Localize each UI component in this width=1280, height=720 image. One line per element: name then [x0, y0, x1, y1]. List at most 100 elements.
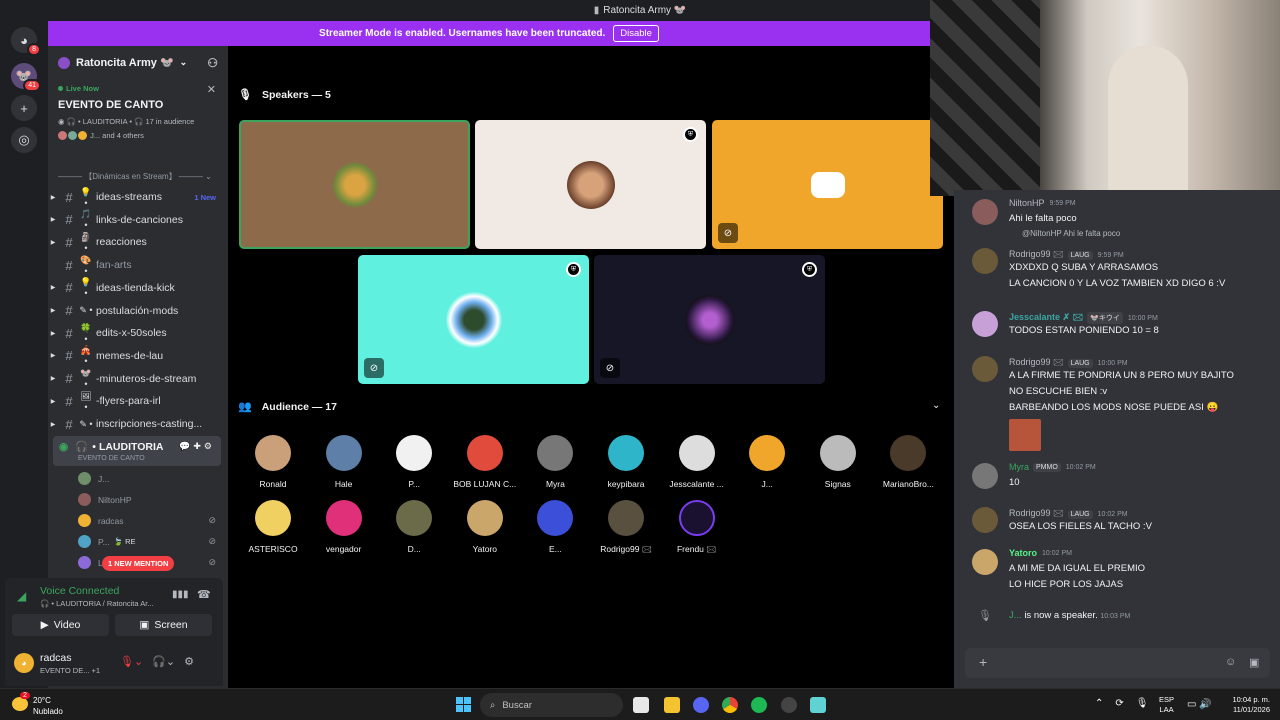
- system-tray[interactable]: ⌃ ⟳ 🎙: [1095, 698, 1148, 709]
- channel-item[interactable]: ▶ # 🖼 • -flyers-para-irl: [48, 390, 228, 412]
- video-button[interactable]: ▶ Video: [12, 614, 109, 636]
- weather-widget[interactable]: 20°C Nublado: [33, 695, 63, 717]
- guild-header[interactable]: Ratoncita Army 🐭 ⌄ ⚇: [48, 46, 228, 79]
- channel-item[interactable]: ▶ # ✎ • inscripciones-casting...: [48, 413, 228, 435]
- audience-member[interactable]: Myra: [520, 435, 590, 489]
- notepad-icon[interactable]: [810, 697, 826, 713]
- invite-icon[interactable]: ⚇: [207, 56, 218, 70]
- new-mention-pill[interactable]: 1 NEW MENTION: [102, 556, 175, 571]
- audience-member[interactable]: vengador: [309, 500, 379, 554]
- language-indicator[interactable]: ESP LAA: [1159, 695, 1174, 715]
- category-header[interactable]: ——— 【Dinámicas en Stream】 ——— ⌄: [58, 171, 223, 182]
- avatar[interactable]: [972, 549, 998, 575]
- speaker-tile[interactable]: ⛨: [475, 120, 706, 249]
- channel-item[interactable]: ▶ # 🎵 • links-de-canciones: [48, 209, 228, 231]
- channel-item[interactable]: ▶ # 🐭 • -minuteros-de-stream: [48, 368, 228, 390]
- screen-button[interactable]: ▣ Screen: [115, 614, 212, 636]
- audience-member[interactable]: D...: [379, 500, 449, 554]
- channel-item[interactable]: ▶ # 🎪 • memes-de-lau: [48, 345, 228, 367]
- file-explorer-icon[interactable]: [664, 697, 680, 713]
- gear-icon[interactable]: ⚙: [184, 655, 194, 668]
- channel-item[interactable]: ▶ # 🗿 • reacciones: [48, 231, 228, 253]
- voice-status[interactable]: Voice Connected: [40, 585, 119, 597]
- channel-item[interactable]: ▶ # ✎ • postulación-mods: [48, 300, 228, 322]
- avatar[interactable]: [972, 199, 998, 225]
- speaker-tile[interactable]: ⛨ ⊘: [594, 255, 825, 384]
- avatar[interactable]: [972, 311, 998, 337]
- chat-message[interactable]: Rodrigo99 🖂 LAUG 10:02 PM OSEA LOS FIELES A…: [954, 506, 1280, 546]
- voice-channel-actions-icon[interactable]: 💬✚⚙: [179, 441, 215, 452]
- chrome-icon[interactable]: [722, 697, 738, 713]
- live-stage-card[interactable]: Live Now ✕ EVENTO DE CANTO ◉ 🎧 • LAUDITO…: [48, 79, 228, 147]
- chat-message[interactable]: 🎙 J... is now a speaker. 10:03 PM: [954, 610, 1280, 650]
- close-icon[interactable]: ✕: [207, 83, 216, 96]
- spotify-icon[interactable]: [751, 697, 767, 713]
- obs-icon[interactable]: [781, 697, 797, 713]
- noise-suppression-icon[interactable]: ▮▮▮: [172, 589, 189, 600]
- disconnect-icon[interactable]: ☎: [197, 588, 211, 601]
- speaker-tile[interactable]: ⊘: [712, 120, 943, 249]
- voice-user[interactable]: P... 🍃 RE ⊘: [78, 531, 228, 552]
- voice-user[interactable]: radcas ⊘: [78, 510, 228, 531]
- avatar[interactable]: [972, 463, 998, 489]
- windows-start-icon[interactable]: [456, 697, 471, 712]
- message-text: NO ESCUCHE BIEN :v: [1009, 386, 1108, 397]
- audience-member[interactable]: Ronald: [238, 435, 308, 489]
- add-server-icon[interactable]: +: [11, 95, 37, 121]
- discover-icon[interactable]: ◎: [11, 127, 37, 153]
- image-icon[interactable]: ▣: [1249, 656, 1259, 669]
- chat-message[interactable]: Yatoro 10:02 PM A MI ME DA IGUAL EL PREMIO…: [954, 548, 1280, 590]
- voice-user[interactable]: J...: [78, 468, 228, 489]
- chat-message[interactable]: Rodrigo99 🖂 LAUG 10:00 PM A LA FIRME TE PON…: [954, 355, 1280, 451]
- audience-member[interactable]: ASTERISCO: [238, 500, 308, 554]
- discord-taskbar-icon[interactable]: [693, 697, 709, 713]
- mic-muted-icon[interactable]: 🎙⌄: [120, 655, 143, 668]
- audience-member[interactable]: J...: [732, 435, 802, 489]
- audience-member[interactable]: keypibara: [591, 435, 661, 489]
- voice-channel-lauditoria[interactable]: ◉ 🎧 • LAUDITORIA EVENTO DE CANTO 💬✚⚙: [53, 436, 221, 466]
- user-avatar[interactable]: ◕: [14, 653, 34, 673]
- channel-item[interactable]: # 🎨 • fan-arts: [48, 254, 228, 276]
- audience-member[interactable]: MarianoBro...: [873, 435, 943, 489]
- network-volume-icon[interactable]: ▭ 🔊: [1187, 699, 1212, 710]
- avatar[interactable]: [972, 507, 998, 533]
- audience-member[interactable]: P...: [379, 435, 449, 489]
- speaker-tile[interactable]: [239, 120, 470, 249]
- clock[interactable]: 10:04 p. m. 11/01/2026: [1224, 695, 1270, 715]
- task-view-icon[interactable]: [633, 697, 649, 713]
- hash-icon: #: [65, 348, 73, 364]
- audience-member[interactable]: Hale: [309, 435, 379, 489]
- audience-member[interactable]: Jesscalante ...: [662, 435, 732, 489]
- audience-member[interactable]: Frendu 🖂: [662, 500, 732, 558]
- audience-member[interactable]: E...: [520, 500, 590, 554]
- add-attachment-icon[interactable]: +: [979, 654, 987, 670]
- disable-streamer-mode-button[interactable]: Disable: [613, 25, 659, 42]
- chat-message[interactable]: @NiltonHP Ahi le falta poco Rodrigo99 🖂 LA…: [954, 229, 1280, 289]
- avatar[interactable]: [972, 248, 998, 274]
- emoji-icon[interactable]: ☺: [1225, 656, 1236, 668]
- sticker-image[interactable]: [1009, 419, 1041, 451]
- audience-member[interactable]: Yatoro: [450, 500, 520, 554]
- avatar[interactable]: [972, 356, 998, 382]
- weather-icon[interactable]: [12, 697, 28, 711]
- channel-item[interactable]: ▶ # 💡 • ideas-streams 1 New: [48, 186, 228, 208]
- discord-logo-icon: [810, 171, 845, 198]
- chat-message[interactable]: Jesscalante ✗ 🖂 🐭キウイ 10:00 PM TODOS ESTAN P…: [954, 310, 1280, 350]
- speaker-tile[interactable]: ⛨ ⊘: [358, 255, 589, 384]
- audience-member[interactable]: Rodrigo99 🖂: [591, 500, 661, 558]
- voice-location[interactable]: 🎧 • LAUDITORIA / Ratoncita Ar...: [40, 599, 165, 608]
- audience-member[interactable]: Signas: [803, 435, 873, 489]
- chat-input[interactable]: + ☺ ▣: [965, 648, 1270, 678]
- discord-home-icon[interactable]: ◕ 8: [11, 27, 41, 56]
- server-ratoncita-icon[interactable]: 🐭 41: [11, 63, 41, 92]
- audience-member[interactable]: BOB LUJAN C...: [450, 435, 520, 489]
- headphones-icon[interactable]: 🎧⌄: [152, 655, 175, 668]
- user-status: EVENTO DE... +1: [40, 666, 101, 675]
- chat-message[interactable]: Myra PMMO 10:02 PM 10: [954, 462, 1280, 502]
- voice-user[interactable]: NiltonHP: [78, 489, 228, 510]
- reply-preview[interactable]: @NiltonHP Ahi le falta poco: [1022, 229, 1120, 238]
- channel-item[interactable]: ▶ # 💡 • ideas-tienda-kick: [48, 277, 228, 299]
- taskbar-search[interactable]: ⌕ Buscar: [480, 693, 623, 717]
- collapse-chevron-icon[interactable]: ⌄: [932, 400, 940, 411]
- channel-item[interactable]: ▶ # 🍀 • edits-x-50soles: [48, 322, 228, 344]
